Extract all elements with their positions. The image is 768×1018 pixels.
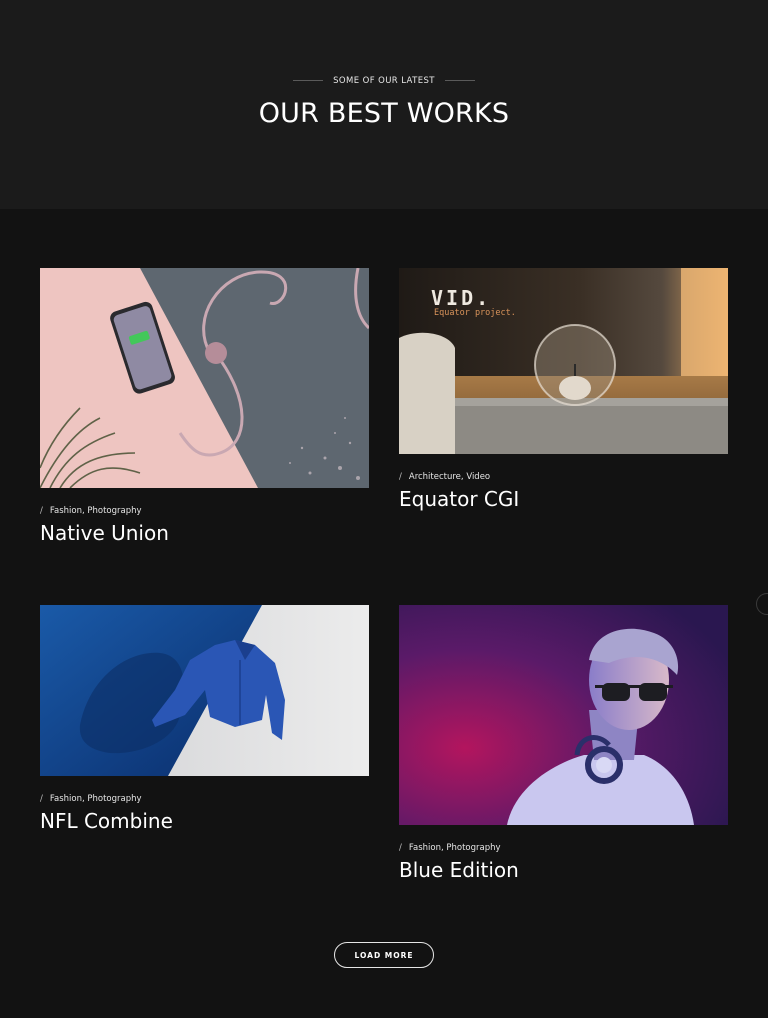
eyebrow-text: SOME OF OUR LATEST — [333, 76, 435, 86]
scroll-indicator[interactable] — [756, 593, 768, 615]
section-header: SOME OF OUR LATEST OUR BEST WORKS — [0, 0, 768, 209]
project-categories: / Fashion, Photography — [40, 506, 142, 516]
category-text: Fashion, Photography — [408, 843, 501, 853]
eyebrow-line-left — [293, 80, 324, 81]
section-eyebrow: SOME OF OUR LATEST — [0, 76, 768, 86]
project-categories: / Fashion, Photography — [40, 794, 142, 804]
section-title: OUR BEST WORKS — [258, 98, 510, 129]
project-title[interactable]: NFL Combine — [40, 809, 369, 833]
project-card-native-union[interactable]: / Fashion, Photography Native Union — [40, 268, 369, 545]
phone-charger-image — [40, 268, 369, 488]
sunglasses-man-image — [399, 605, 728, 825]
load-more-button[interactable]: LOAD MORE — [334, 942, 434, 968]
project-title[interactable]: Native Union — [40, 521, 369, 545]
project-thumbnail[interactable] — [40, 268, 369, 488]
project-categories: / Fashion, Photography — [399, 843, 501, 853]
project-title[interactable]: Equator CGI — [399, 487, 728, 511]
project-card-equator-cgi[interactable]: VID. Equator project. / Architecture, Vid… — [399, 268, 728, 511]
vid-overlay-title: VID. — [431, 286, 491, 310]
project-thumbnail[interactable] — [399, 605, 728, 825]
project-title[interactable]: Blue Edition — [399, 858, 728, 882]
blue-jacket-image — [40, 605, 369, 776]
project-thumbnail[interactable] — [40, 605, 369, 776]
project-thumbnail[interactable]: VID. Equator project. — [399, 268, 728, 454]
vid-overlay-subtitle: Equator project. — [434, 308, 516, 318]
category-text: Fashion, Photography — [49, 506, 142, 516]
category-text: Fashion, Photography — [49, 794, 142, 804]
project-categories: / Architecture, Video — [399, 472, 491, 482]
glass-candle-image: VID. Equator project. — [399, 268, 728, 454]
project-card-nfl-combine[interactable]: / Fashion, Photography NFL Combine — [40, 605, 369, 833]
project-card-blue-edition[interactable]: / Fashion, Photography Blue Edition — [399, 605, 728, 882]
category-text: Architecture, Video — [408, 472, 491, 482]
eyebrow-line-right — [444, 80, 475, 81]
